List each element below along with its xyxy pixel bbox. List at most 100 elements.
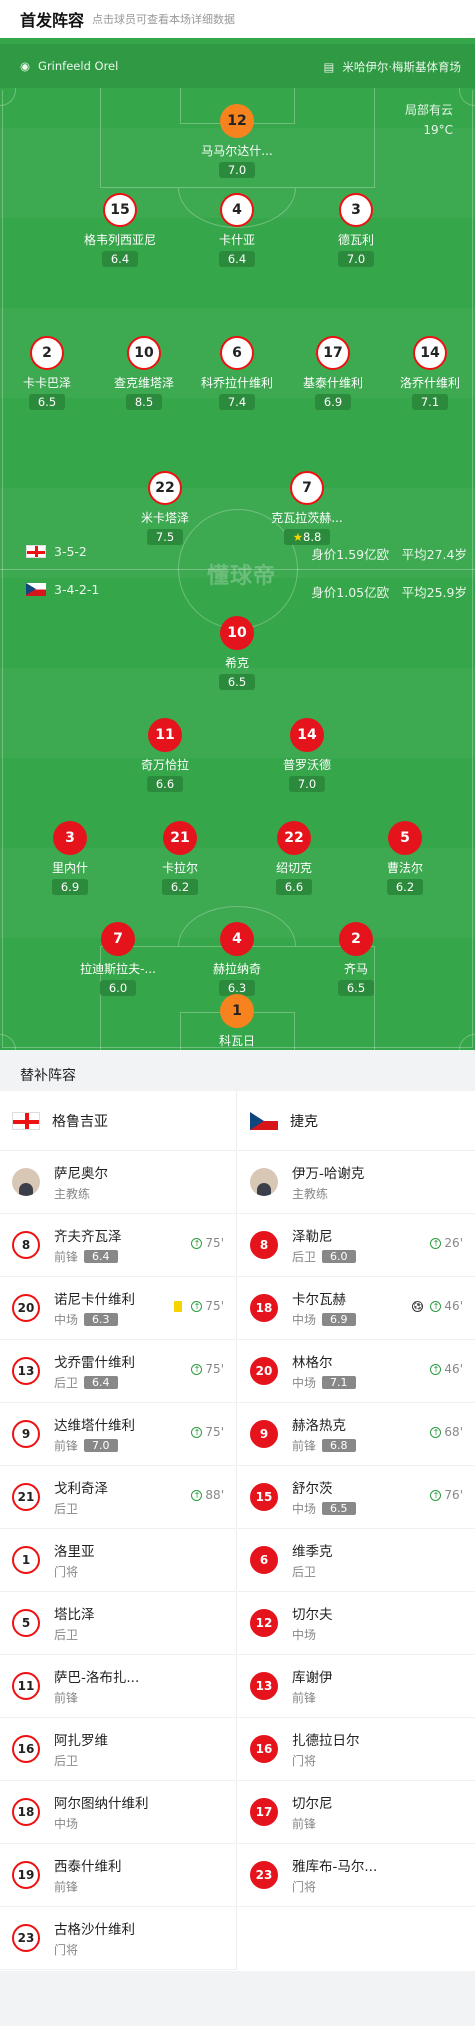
whistle-icon: ◉ [20, 59, 31, 73]
player-rating: 6.5 [337, 980, 375, 996]
sub-row[interactable]: 16 阿扎罗维 后卫 [0, 1718, 236, 1781]
home-player[interactable]: 4 卡什亚 6.4 [177, 193, 297, 267]
jersey-number: 23 [250, 1861, 278, 1889]
sub-row[interactable]: 1 洛里亚 门将 [0, 1529, 236, 1592]
jersey-number: 16 [250, 1735, 278, 1763]
player-rating: 6.6 [275, 879, 313, 895]
sub-row[interactable]: 5 塔比泽 后卫 [0, 1592, 236, 1655]
player-name: 格韦列西亚尼 [83, 233, 156, 247]
sub-row[interactable]: 15 舒尔茨 中场 6.5 ↑ 76' [238, 1466, 475, 1529]
jersey-number: 9 [250, 1420, 278, 1448]
player-rating: 7.4 [218, 394, 256, 410]
player-rating: 7.1 [411, 394, 449, 410]
player-name: 诺尼卡什维利 [54, 1292, 135, 1308]
sub-row[interactable]: 6 维季克 后卫 [238, 1529, 475, 1592]
sub-row[interactable]: 21 戈利奇泽 后卫 ↑ 88' [0, 1466, 236, 1529]
sub-row[interactable]: 12 切尔夫 中场 [238, 1592, 475, 1655]
away-player[interactable]: 10 希克 6.5 [177, 616, 297, 690]
player-name: 伊万-哈谢克 [292, 1166, 365, 1182]
sub-row[interactable]: 11 萨巴-洛布扎... 前锋 [0, 1655, 236, 1718]
coach-row[interactable]: 伊万-哈谢克 主教练 [238, 1151, 475, 1214]
referee-name: Grinfeeld Orel [38, 59, 119, 73]
jersey-number: 18 [12, 1798, 40, 1826]
player-position: 前锋 [292, 1817, 317, 1831]
player-name: 洛乔什维利 [399, 376, 460, 390]
away-player[interactable]: 2 齐马 6.5 [296, 922, 416, 996]
player-position: 前锋 [54, 1439, 79, 1453]
player-rating: 6.4 [84, 1376, 118, 1389]
sub-in-info: ↑ 75' [174, 1299, 224, 1313]
czech-flag-icon [26, 583, 46, 596]
player-rating: 6.4 [101, 251, 139, 267]
jersey-number: 21 [163, 821, 197, 855]
jersey-number: 11 [12, 1672, 40, 1700]
home-formation: 3-5-2 [26, 544, 87, 559]
sub-in-icon: ↑ [191, 1489, 203, 1501]
home-player[interactable]: 14 洛乔什维利 7.1 [370, 336, 475, 410]
home-player[interactable]: 12 马马尔达什... 7.0 [177, 104, 297, 178]
away-player[interactable]: 11 奇万恰拉 6.6 [105, 718, 225, 792]
sub-in-info: ↑ 88' [191, 1488, 224, 1502]
sub-row[interactable]: 20 诺尼卡什维利 中场 6.3 ↑ 75' [0, 1277, 236, 1340]
sub-minute: 88' [205, 1488, 224, 1502]
player-name: 洛里亚 [54, 1544, 95, 1560]
jersey-number: 17 [250, 1798, 278, 1826]
jersey-number: 13 [250, 1672, 278, 1700]
jersey-number: 15 [250, 1483, 278, 1511]
weather: 局部有云 19°C [405, 100, 453, 140]
sub-row[interactable]: 8 泽勒尼 后卫 6.0 ↑ 26' [238, 1214, 475, 1277]
sub-row[interactable]: 16 扎德拉日尔 门将 [238, 1718, 475, 1781]
away-player[interactable]: 22 绍切克 6.6 [234, 821, 354, 895]
player-position: 前锋 [54, 1691, 79, 1705]
sub-minute: 75' [205, 1299, 224, 1313]
player-name: 赫洛热克 [292, 1418, 346, 1434]
sub-row[interactable]: 18 卡尔瓦赫 中场 6.9 ⚽ ↑ 46' [238, 1277, 475, 1340]
jersey-number: 18 [250, 1294, 278, 1322]
player-name: 马马尔达什... [201, 144, 273, 158]
player-position: 门将 [292, 1754, 317, 1768]
sub-row[interactable]: 19 西泰什维利 前锋 [0, 1844, 236, 1907]
away-player[interactable]: 3 里内什 6.9 [10, 821, 130, 895]
player-position: 中场 [292, 1376, 317, 1390]
home-player[interactable]: 15 格韦列西亚尼 6.4 [60, 193, 180, 267]
home-player[interactable]: 22 米卡塔泽 7.5 [105, 471, 225, 545]
jersey-number: 13 [12, 1357, 40, 1385]
sub-in-icon: ↑ [430, 1363, 442, 1375]
sub-row[interactable]: 9 赫洛热克 前锋 6.8 ↑ 68' [238, 1403, 475, 1466]
away-player[interactable]: 14 普罗沃德 7.0 [247, 718, 367, 792]
player-rating: 6.4 [84, 1250, 118, 1263]
away-player[interactable]: 4 赫拉纳奇 6.3 [177, 922, 297, 996]
home-team-header[interactable]: 格鲁吉亚 [0, 1091, 236, 1151]
sub-row[interactable]: 23 雅库布-马尔... 门将 [238, 1844, 475, 1907]
jersey-number: 16 [12, 1735, 40, 1763]
away-team-header[interactable]: 捷克 [238, 1091, 475, 1151]
home-player[interactable]: 7 克瓦拉茨赫... ★8.8 [247, 471, 367, 545]
player-position: 中场 [292, 1502, 317, 1516]
yellow-card-icon [174, 1300, 183, 1312]
sub-row[interactable]: 13 戈乔雷什维利 后卫 6.4 ↑ 75' [0, 1340, 236, 1403]
footer-space [0, 1971, 475, 2026]
player-name: 齐马 [343, 962, 368, 976]
player-rating: 6.9 [51, 879, 89, 895]
sub-row[interactable]: 8 齐夫齐瓦泽 前锋 6.4 ↑ 75' [0, 1214, 236, 1277]
home-player[interactable]: 3 德瓦利 7.0 [296, 193, 416, 267]
coach-row[interactable]: 萨尼奥尔 主教练 [0, 1151, 236, 1214]
sub-row[interactable]: 18 阿尔图纳什维利 中场 [0, 1781, 236, 1844]
sub-row[interactable]: 23 古格沙什维利 门将 [0, 1907, 236, 1970]
away-player[interactable]: 5 曹法尔 6.2 [345, 821, 465, 895]
player-name: 希克 [224, 656, 249, 670]
sub-row[interactable]: 17 切尔尼 前锋 [238, 1781, 475, 1844]
away-player[interactable]: 1科瓦日6.4 [177, 994, 297, 1050]
away-formation: 3-4-2-1 [26, 582, 99, 597]
sub-row[interactable]: 9 达维塔什维利 前锋 7.0 ↑ 75' [0, 1403, 236, 1466]
sub-row[interactable]: 20 林格尔 中场 7.1 ↑ 46' [238, 1340, 475, 1403]
away-player[interactable]: 21 卡拉尔 6.2 [120, 821, 240, 895]
player-rating: 7.0 [218, 162, 256, 178]
sub-row[interactable]: 13 库谢伊 前锋 [238, 1655, 475, 1718]
away-player[interactable]: 7 拉迪斯拉夫-... 6.0 [58, 922, 178, 996]
jersey-number: 14 [290, 718, 324, 752]
player-rating: 7.5 [146, 529, 184, 545]
player-rating: 6.9 [322, 1313, 356, 1326]
player-name: 戈利奇泽 [54, 1481, 108, 1497]
jersey-number: 22 [148, 471, 182, 505]
